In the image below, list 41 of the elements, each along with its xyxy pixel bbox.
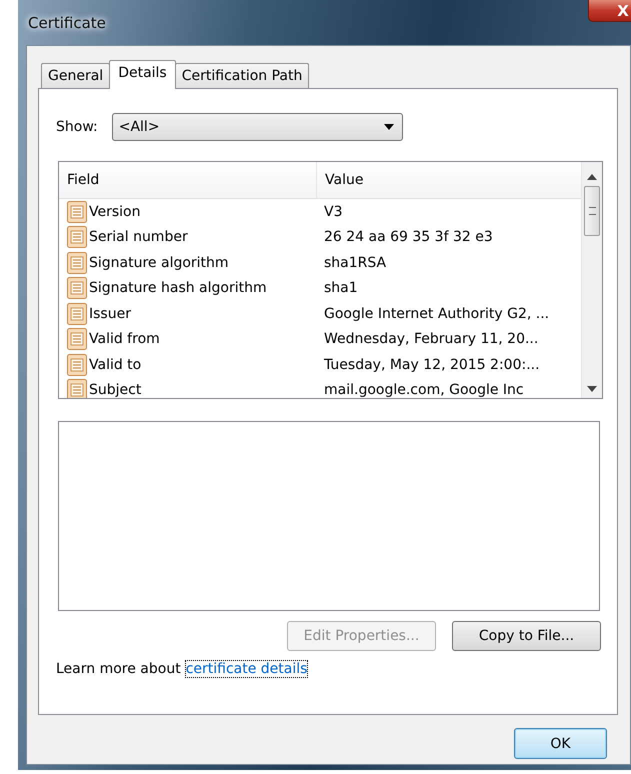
document-icon <box>67 200 87 223</box>
field-name: Issuer <box>89 306 131 322</box>
field-name: Signature hash algorithm <box>89 280 267 296</box>
field-value: 26 24 aa 69 35 3f 32 e3 <box>323 229 494 246</box>
window-title: Certificate <box>28 14 106 32</box>
document-icon <box>67 379 87 398</box>
show-label: Show: <box>56 119 98 135</box>
field-name: Valid from <box>89 331 160 348</box>
tab[interactable]: General <box>41 63 110 88</box>
scrollbar[interactable] <box>581 162 602 398</box>
field-value: mail.google.com, Google Inc <box>323 382 525 398</box>
scroll-up-icon[interactable] <box>587 174 597 180</box>
document-icon <box>67 354 87 376</box>
tab[interactable]: Details <box>109 60 176 89</box>
column-header[interactable]: Field <box>59 162 317 198</box>
scroll-down-icon[interactable] <box>587 386 597 392</box>
ok-button[interactable]: OK <box>514 728 607 759</box>
field-value: sha1RSA <box>323 254 388 271</box>
field-value: Tuesday, May 12, 2015 2:00:... <box>323 356 541 373</box>
column-header[interactable]: Value <box>317 162 581 198</box>
field-value: Wednesday, February 11, 20... <box>323 331 540 348</box>
field-value: sha1 <box>323 280 359 296</box>
document-icon <box>67 277 87 300</box>
learn-more-text: Learn more about <box>56 661 181 677</box>
show-dropdown[interactable]: <All> <box>112 113 403 141</box>
field-name: Signature algorithm <box>89 254 229 271</box>
document-icon <box>67 226 87 248</box>
close-button[interactable]: X <box>588 0 631 22</box>
field-name: Subject <box>89 382 142 398</box>
document-icon <box>67 302 87 325</box>
field-value: V3 <box>323 204 344 220</box>
field-name: Serial number <box>89 229 188 246</box>
caret-icon <box>384 124 394 130</box>
copy-to-file-button[interactable]: Copy to File... <box>452 621 601 651</box>
field-name: Version <box>89 204 140 220</box>
document-icon <box>67 252 87 274</box>
field-value: Google Internet Authority G2, ... <box>323 306 550 322</box>
tab[interactable]: Certification Path <box>174 63 310 88</box>
certificate-details-link[interactable]: certificate details <box>186 661 308 677</box>
field-name: Valid to <box>89 356 142 373</box>
document-icon <box>67 328 87 350</box>
